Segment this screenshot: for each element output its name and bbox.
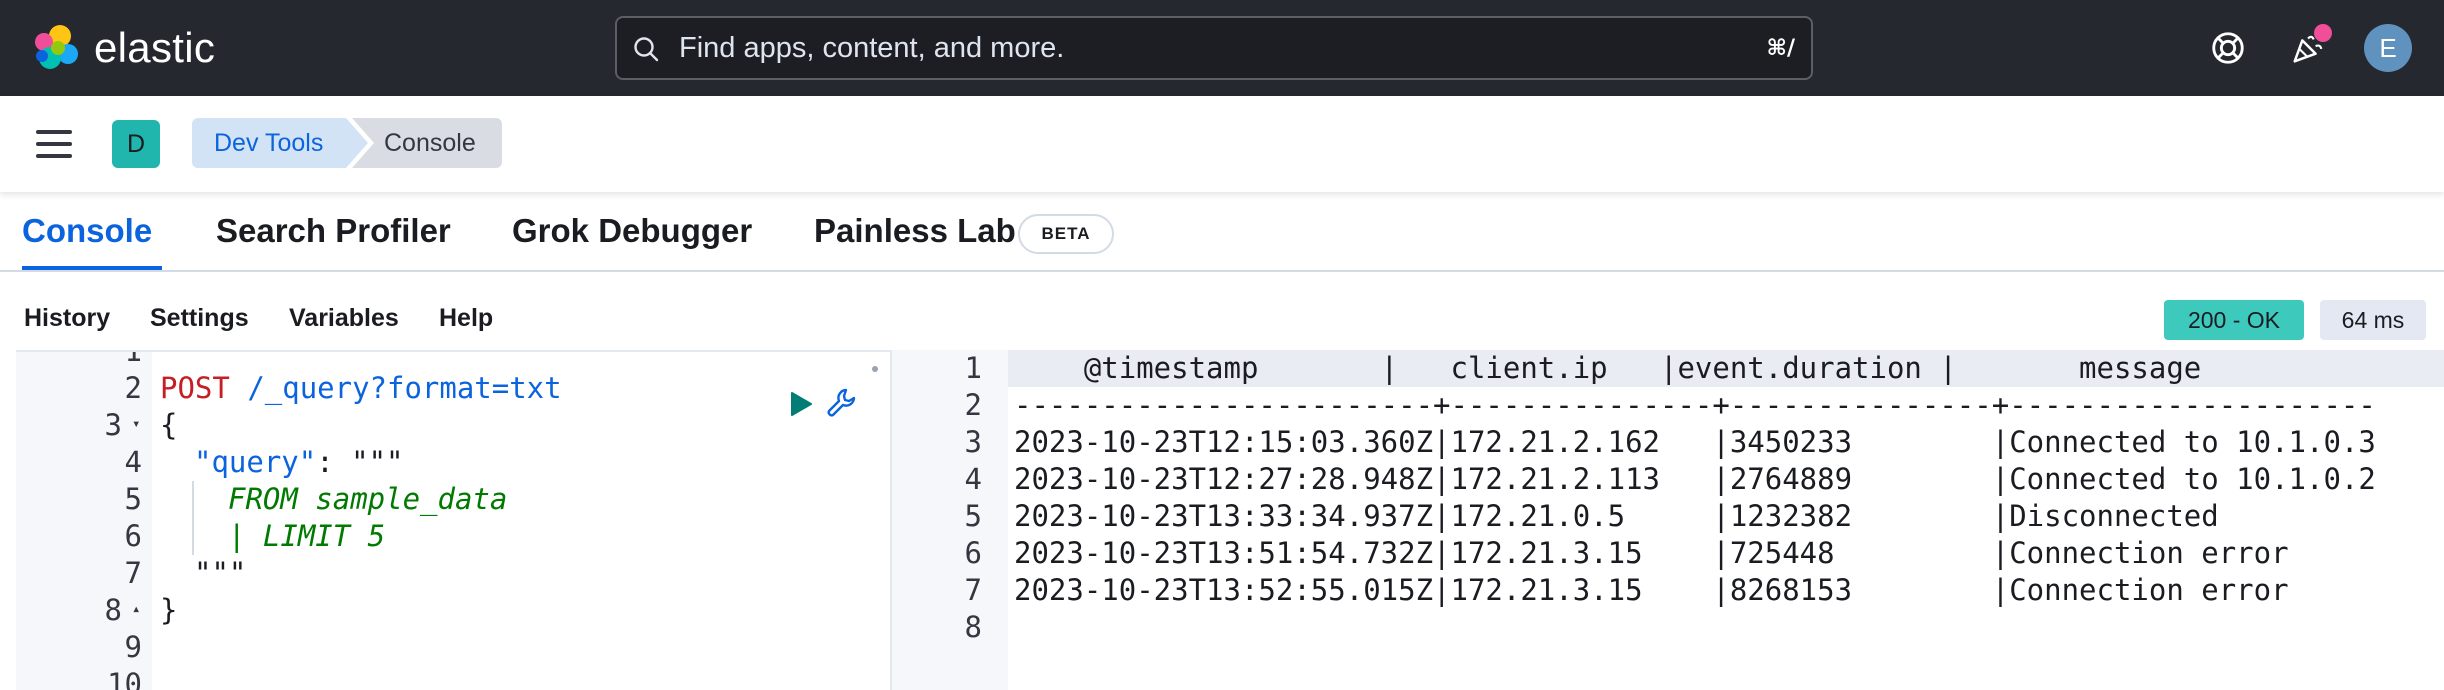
settings-link[interactable]: Settings xyxy=(150,304,249,333)
space-avatar[interactable]: D xyxy=(112,120,160,168)
search-input[interactable] xyxy=(679,28,1679,68)
history-link[interactable]: History xyxy=(24,304,110,333)
play-icon[interactable] xyxy=(784,388,816,420)
line-number: 8 xyxy=(964,610,982,644)
line-number: 1 xyxy=(964,351,982,385)
request-gutter: 1 2 3 ▾ 4 5 6 7 8 ▴ 9 10 xyxy=(16,352,152,690)
response-row: 2023-10-23T13:51:54.732Z|172.21.3.15 |72… xyxy=(1014,536,2289,570)
console-toolbar: History Settings Variables Help 200 - OK… xyxy=(0,272,2444,350)
response-row: 2023-10-23T13:33:34.937Z|172.21.0.5 |123… xyxy=(1014,499,2219,533)
panel-resize-handle[interactable] xyxy=(892,350,922,690)
indent-guide xyxy=(192,481,194,555)
request-path: /_query?format=txt xyxy=(247,371,562,405)
search-icon xyxy=(634,37,659,62)
tab-console[interactable]: Console xyxy=(22,212,152,250)
request-editor[interactable]: 1 2 3 ▾ 4 5 6 7 8 ▴ 9 10 POST /_query?fo… xyxy=(16,350,892,690)
beta-badge: BETA xyxy=(1018,214,1114,254)
request-duration-badge: 64 ms xyxy=(2320,300,2426,340)
response-editor[interactable]: 1 2 3 4 5 6 7 8 @timestamp | client.ip |… xyxy=(922,350,2444,690)
query-key-line: "query": """ xyxy=(194,444,404,481)
line-number: 5 xyxy=(964,499,982,533)
esql-limit-line: | LIMIT 5 xyxy=(228,519,386,553)
help-link[interactable]: Help xyxy=(439,304,493,333)
fold-open-icon[interactable]: ▾ xyxy=(132,416,140,432)
line-number: 3 xyxy=(964,425,982,459)
breadcrumb-bar: D Console Dev Tools xyxy=(0,96,2444,192)
help-button[interactable] xyxy=(2204,24,2252,72)
wrench-icon[interactable] xyxy=(824,386,858,420)
status-badge: 200 - OK xyxy=(2164,300,2304,340)
response-separator-row: ------------------------+---------------… xyxy=(1014,388,2376,422)
user-avatar[interactable]: E xyxy=(2364,24,2412,72)
tab-grok-debugger[interactable]: Grok Debugger xyxy=(512,212,752,250)
line-number: 10 xyxy=(107,667,142,690)
dev-tools-tabs: Console Search Profiler Grok Debugger Pa… xyxy=(0,192,2444,272)
line-number: 9 xyxy=(124,630,142,664)
line-number: 2 xyxy=(124,371,142,405)
response-row: 2023-10-23T12:27:28.948Z|172.21.2.113 |2… xyxy=(1014,462,2376,496)
query-key: "query" xyxy=(194,445,317,479)
line-number: 7 xyxy=(124,556,142,590)
hamburger-menu-icon[interactable] xyxy=(36,128,74,160)
request-line: POST /_query?format=txt xyxy=(160,370,562,407)
top-header: elastic ⌘/ E xyxy=(0,0,2444,96)
breadcrumb-console: Console xyxy=(352,118,502,168)
line-number: 6 xyxy=(964,536,982,570)
fold-close-icon[interactable]: ▴ xyxy=(132,601,140,617)
active-tab-indicator xyxy=(22,266,162,270)
line-number: 2 xyxy=(964,388,982,422)
open-brace: { xyxy=(160,408,178,442)
variables-link[interactable]: Variables xyxy=(289,304,399,333)
line-number: 3 xyxy=(104,408,122,442)
line-number: 4 xyxy=(124,445,142,479)
query-separator: : xyxy=(316,445,352,479)
triple-quote-close: """ xyxy=(194,556,247,590)
newsfeed-button[interactable] xyxy=(2284,24,2332,72)
breadcrumb-dev-tools[interactable]: Dev Tools xyxy=(192,118,368,168)
close-brace: } xyxy=(160,593,178,627)
http-method: POST xyxy=(160,371,230,405)
line-number: 6 xyxy=(124,519,142,553)
line-number: 1 xyxy=(124,350,142,368)
elastic-logo-icon xyxy=(35,25,78,69)
line-number: 4 xyxy=(964,462,982,496)
response-row: 2023-10-23T13:52:55.015Z|172.21.3.15 |82… xyxy=(1014,573,2289,607)
global-search[interactable]: ⌘/ xyxy=(615,16,1813,80)
response-row: 2023-10-23T12:15:03.360Z|172.21.2.162 |3… xyxy=(1014,425,2376,459)
notification-dot xyxy=(2314,24,2332,42)
response-header-row: @timestamp | client.ip |event.duration |… xyxy=(1014,351,2202,385)
elastic-home-link[interactable]: elastic xyxy=(30,22,215,74)
triple-quote-open: """ xyxy=(351,445,404,479)
line-number: 5 xyxy=(124,482,142,516)
line-number: 8 xyxy=(104,593,122,627)
tab-search-profiler[interactable]: Search Profiler xyxy=(216,212,451,250)
line-number: 7 xyxy=(964,573,982,607)
esql-from-line: FROM sample_data xyxy=(228,482,508,516)
tab-painless-lab[interactable]: Painless Lab xyxy=(814,212,1016,250)
editor-marker xyxy=(872,366,878,372)
help-lifebuoy-icon xyxy=(2212,32,2244,64)
search-shortcut-hint: ⌘/ xyxy=(1766,36,1795,61)
brand-name: elastic xyxy=(94,24,216,71)
